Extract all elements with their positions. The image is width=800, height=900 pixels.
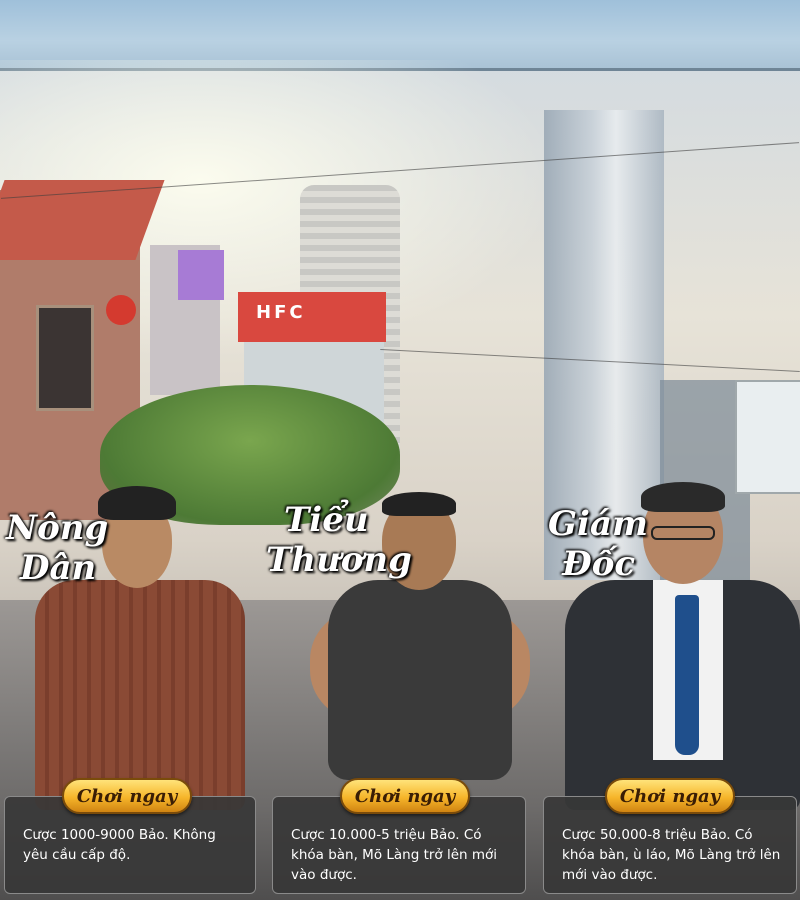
play-now-button-farmer[interactable]: Chơi ngay	[62, 778, 192, 814]
game-lobby-scene: HFC Nông Dân Tiểu Thương Giám Đốc Cược 1…	[0, 0, 800, 900]
name-line: Đốc	[562, 544, 636, 584]
red-lantern	[106, 295, 136, 325]
description-text: Cược 1000-9000 Bảo. Không yêu cầu cấp độ…	[23, 827, 216, 863]
play-now-button-director[interactable]: Chơi ngay	[605, 778, 735, 814]
glasses-icon	[651, 526, 715, 540]
purple-sign	[178, 250, 224, 300]
play-now-button-merchant[interactable]: Chơi ngay	[340, 778, 470, 814]
character-name-merchant: Tiểu Thương	[266, 500, 412, 580]
shop-sign	[36, 305, 94, 411]
character-name-farmer: Nông Dân	[6, 508, 108, 588]
name-line: Thương	[266, 540, 412, 580]
farmer-hair	[98, 486, 176, 520]
name-line: Dân	[20, 548, 97, 588]
description-text: Cược 10.000-5 triệu Bảo. Có khóa bàn, Mõ…	[291, 827, 498, 883]
director-hair	[641, 482, 725, 512]
name-line: Nông	[6, 508, 109, 548]
name-line: Giám	[548, 504, 648, 544]
farmer-shirt	[35, 580, 245, 810]
description-text: Cược 50.000-8 triệu Bảo. Có khóa bàn, ù …	[562, 827, 781, 883]
name-line: Tiểu	[284, 500, 369, 540]
character-name-director: Giám Đốc	[548, 504, 648, 584]
director-tie	[675, 595, 699, 755]
merchant-tshirt	[328, 580, 512, 780]
hfc-sign: HFC	[238, 292, 386, 342]
billboard	[735, 380, 800, 494]
